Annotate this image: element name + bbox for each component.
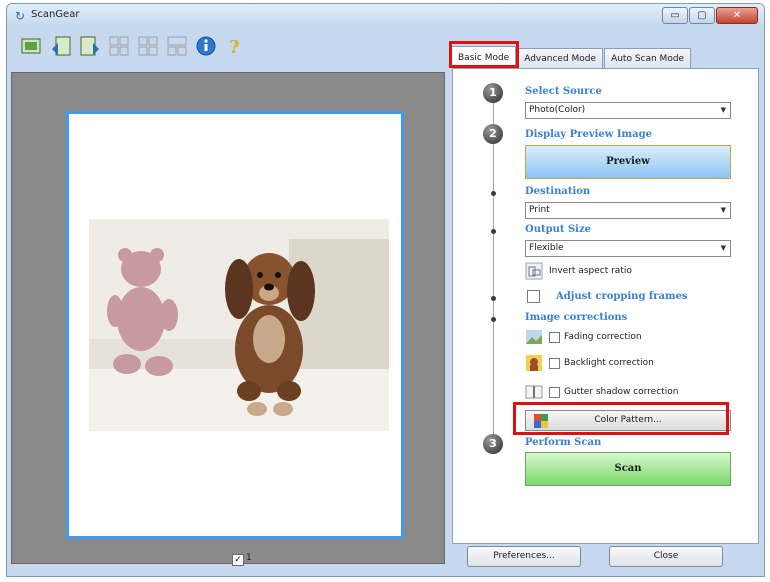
rotate-left-icon (52, 36, 71, 56)
svg-text:?: ? (229, 37, 240, 57)
output-size-dot (491, 229, 496, 234)
close-window-button[interactable]: ✕ (716, 7, 758, 24)
step-1-badge: 1 (483, 83, 503, 103)
select-source-label: Select Source (525, 86, 602, 97)
fading-correction-row: Fading correction (525, 328, 642, 346)
scan-button[interactable]: Scan (525, 452, 731, 486)
fading-correction-label: Fading correction (564, 332, 642, 342)
destination-value: Print (529, 205, 550, 215)
invert-aspect-ratio-button[interactable]: Invert aspect ratio (525, 262, 632, 280)
maximize-button[interactable]: ▢ (689, 7, 715, 24)
image-corrections-dot (491, 317, 496, 322)
remove-frame-button[interactable] (164, 33, 190, 59)
backlight-correction-checkbox[interactable] (549, 357, 560, 369)
chevron-down-icon: ▼ (720, 206, 726, 214)
adjust-cropping-checkbox[interactable] (527, 290, 540, 303)
auto-crop-icon (109, 36, 129, 56)
preferences-button[interactable]: Preferences... (467, 546, 581, 567)
chevron-down-icon: ▼ (720, 106, 726, 114)
help-question-icon: ? (229, 37, 240, 57)
page-select-checkbox[interactable]: ✓ (232, 554, 244, 566)
remove-frame-icon (167, 36, 187, 56)
auto-crop-button[interactable] (106, 33, 132, 59)
tab-advanced-mode[interactable]: Advanced Mode (517, 48, 604, 68)
chevron-down-icon: ▼ (720, 244, 726, 252)
gutter-shadow-correction-checkbox[interactable] (549, 386, 560, 398)
output-size-value: Flexible (529, 243, 564, 253)
destination-dot (491, 191, 496, 196)
backlight-correction-label: Backlight correction (564, 358, 654, 368)
mode-tabs: Basic Mode Advanced Mode Auto Scan Mode (451, 46, 692, 68)
step-connector-line (493, 97, 494, 447)
thumbnail-icon (21, 38, 41, 54)
gutter-shadow-correction-label: Gutter shadow correction (564, 387, 679, 397)
gutter-shadow-correction-icon (525, 385, 543, 399)
close-button[interactable]: Close (609, 546, 723, 567)
gutter-shadow-correction-row: Gutter shadow correction (525, 383, 678, 401)
step-2-badge: 2 (483, 124, 503, 144)
help-button[interactable]: ? (222, 33, 248, 59)
select-source-dropdown[interactable]: Photo(Color) ▼ (525, 102, 731, 119)
rotate-right-icon (80, 36, 99, 56)
adjust-cropping-frames-row[interactable]: Adjust cropping frames (527, 290, 688, 303)
window-title: ScanGear (31, 9, 80, 20)
image-corrections-label: Image corrections (525, 312, 628, 323)
display-preview-label: Display Preview Image (525, 129, 652, 140)
tab-basic-mode[interactable]: Basic Mode (451, 46, 517, 68)
perform-scan-label: Perform Scan (525, 437, 602, 448)
invert-aspect-ratio-icon (525, 262, 543, 280)
preview-button[interactable]: Preview (525, 145, 731, 179)
tab-auto-scan-mode[interactable]: Auto Scan Mode (604, 48, 692, 68)
adjust-cropping-dot (491, 296, 496, 301)
fading-correction-checkbox[interactable] (549, 331, 560, 343)
rotate-left-button[interactable] (48, 33, 74, 59)
preview-area[interactable]: ✓ 1 (11, 72, 445, 566)
output-size-dropdown[interactable]: Flexible ▼ (525, 240, 731, 257)
scangear-app-icon: ↻ (15, 9, 26, 23)
destination-label: Destination (525, 186, 591, 197)
info-icon (196, 36, 216, 56)
title-bar: ↻ ScanGear ▭ ▢ ✕ (7, 4, 764, 28)
color-pattern-button[interactable]: Color Pattern... (525, 410, 731, 431)
select-source-value: Photo(Color) (529, 105, 586, 115)
preview-page-frame[interactable]: ✓ 1 (66, 111, 404, 566)
select-all-frames-icon (138, 36, 158, 56)
scangear-window: ↻ ScanGear ▭ ▢ ✕ ? ✓ 1 Basic Mode Advanc… (6, 3, 765, 577)
select-all-frames-button[interactable] (135, 33, 161, 59)
window-controls: ▭ ▢ ✕ (662, 7, 758, 24)
output-size-label: Output Size (525, 224, 592, 235)
invert-aspect-ratio-label: Invert aspect ratio (549, 266, 632, 276)
fading-correction-icon (526, 330, 542, 344)
backlight-correction-row: Backlight correction (525, 354, 654, 372)
destination-dropdown[interactable]: Print ▼ (525, 202, 731, 219)
basic-mode-panel: 1 Select Source Photo(Color) ▼ 2 Display… (452, 68, 759, 544)
thumbnail-toggle-button[interactable] (19, 33, 45, 59)
adjust-cropping-label: Adjust cropping frames (556, 291, 688, 302)
page-number: 1 (246, 553, 252, 563)
dog-and-teddy-photo (89, 219, 389, 431)
info-button[interactable] (193, 33, 219, 59)
rotate-right-button[interactable] (77, 33, 103, 59)
step-3-badge: 3 (483, 434, 503, 454)
preview-image (89, 219, 389, 431)
backlight-correction-icon (526, 355, 542, 371)
preview-toolbar: ? (11, 29, 449, 63)
minimize-button[interactable]: ▭ (662, 7, 688, 24)
color-pattern-label: Color Pattern... (594, 415, 662, 425)
